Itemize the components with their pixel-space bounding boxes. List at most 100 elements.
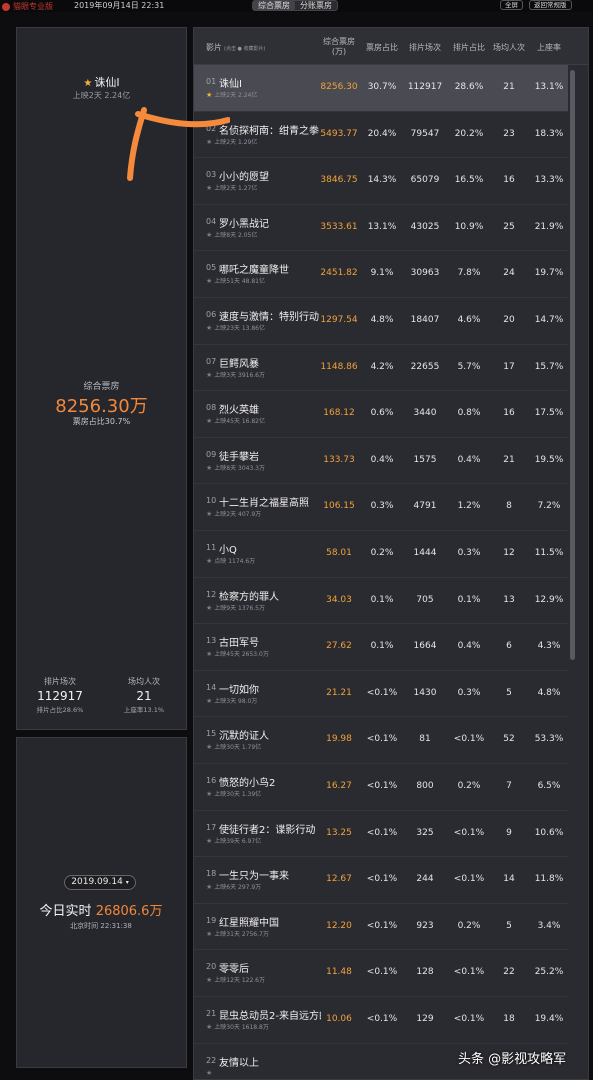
col-box-office[interactable]: 综合票房(万) <box>318 37 360 57</box>
row-box-office-share: <0.1% <box>366 781 398 791</box>
row-film-name: 巨鳄风暴 <box>219 358 259 370</box>
favorite-star-icon[interactable]: ★ <box>206 976 212 984</box>
col-sessions[interactable]: 排片场次 <box>402 42 448 53</box>
table-row[interactable]: 02 名侦探柯南：绀青之拳 ★ 上映2天 1.29亿 5493.77 20.4% 79547… <box>194 112 568 159</box>
favorite-star-icon[interactable]: ★ <box>206 883 212 891</box>
row-release-text: 点映 1174.6万 <box>214 558 256 565</box>
row-rank: 12 <box>206 589 217 599</box>
table-row[interactable]: 16 愤怒的小鸟2 ★ 上映30天 1.39亿 16.27 <0.1% 800 0.2% 7 6.… <box>194 764 568 811</box>
row-film-name: 一切如你 <box>219 684 259 696</box>
table-row[interactable]: 19 红星照耀中国 ★ 上映31天 2756.7万 12.20 <0.1% 923 0.2% 5… <box>194 904 568 951</box>
table-row[interactable]: 09 徒手攀岩 ★ 上映8天 3043.3万 133.73 0.4% 1575 0.4% 21 1… <box>194 438 568 485</box>
favorite-star-icon[interactable]: ★ <box>206 324 212 332</box>
row-session-share: <0.1% <box>453 1014 485 1024</box>
table-row[interactable]: 20 零零后 ★ 上映12天 122.6万 11.48 <0.1% 128 <0.1% 22 25… <box>194 950 568 997</box>
table-scrollbar[interactable] <box>570 70 575 660</box>
favorite-star-icon[interactable]: ★ <box>206 1069 212 1077</box>
table-row[interactable]: 08 烈火英雄 ★ 上映45天 16.82亿 168.12 0.6% 3440 0.8% 16 1… <box>194 391 568 438</box>
row-box-office-share: 0.1% <box>370 641 394 652</box>
table-row[interactable]: 10 十二生肖之福星高照 ★ 上映2天 407.9万 106.15 0.3% 4791 1.2… <box>194 484 568 531</box>
brand-logo: 猫眼专业版 <box>2 1 53 12</box>
row-session-share: 10.9% <box>454 221 484 232</box>
col-box-office-share[interactable]: 票房占比 <box>362 42 402 53</box>
table-row[interactable]: 06 速度与激情：特别行动 ★ 上映23天 13.86亿 1297.54 4.8% 1840… <box>194 298 568 345</box>
row-release-text: 上映31天 2756.7万 <box>214 930 269 938</box>
table-row[interactable]: 07 巨鳄风暴 ★ 上映3天 3916.6万 1148.86 4.2% 22655 5.7% 1… <box>194 345 568 392</box>
row-release-info: ★ 上映2天 407.9万 <box>206 509 261 518</box>
row-occupancy: 4.8% <box>537 687 561 698</box>
row-film-name: 哪吒之魔童降世 <box>219 265 289 277</box>
row-rank: 11 <box>206 543 217 552</box>
table-row[interactable]: 05 哪吒之魔童降世 ★ 上映51天 48.81亿 2451.82 9.1% 30963 7.… <box>194 251 568 298</box>
favorite-star-icon[interactable]: ★ <box>206 837 212 845</box>
row-release-text: 上映2天 407.9万 <box>214 511 262 519</box>
col-film-label: 影片 <box>206 43 222 52</box>
row-box-office-share: 20.4% <box>367 128 397 139</box>
annotation-arrow <box>127 107 230 181</box>
fullscreen-button[interactable]: 全屏 <box>500 0 523 10</box>
col-avg-people[interactable]: 场均人次 <box>490 42 528 53</box>
table-row[interactable]: 04 罗小黑战记 ★ 上映8天 2.05亿 3533.61 13.1% 43025 10.9%… <box>194 205 568 252</box>
table-row[interactable]: 13 古田军号 ★ 上映45天 2653.0万 27.62 0.1% 1664 0.4% 6 4.… <box>194 624 568 671</box>
row-film-name: 烈火英雄 <box>219 405 259 417</box>
row-session-share: <0.1% <box>453 874 485 885</box>
favorite-star-icon[interactable]: ★ <box>206 510 212 518</box>
table-row[interactable]: 18 一生只为一事来 ★ 上映6天 297.9万 12.67 <0.1% 244 <0.1% 1… <box>194 857 568 904</box>
favorite-star-icon[interactable]: ★ <box>206 930 212 938</box>
favorite-star-icon[interactable]: ★ <box>206 650 212 658</box>
date-selector[interactable]: 2019.09.14 ▾ <box>64 875 136 890</box>
table-row[interactable]: 03 小小的愿望 ★ 上映2天 1.27亿 3846.75 14.3% 65079 16.5%… <box>194 158 568 205</box>
row-box-office-share: 0.1% <box>370 594 394 605</box>
row-sessions: 30963 <box>410 268 440 279</box>
row-box-office-share: 30.7% <box>367 82 397 92</box>
return-normal-button[interactable]: 返回常规版 <box>529 0 572 10</box>
row-film-name: 古田军号 <box>219 638 259 650</box>
row-occupancy: 21.9% <box>534 221 564 232</box>
col-occupancy[interactable]: 上座率 <box>528 42 570 53</box>
row-film-name: 诛仙Ⅰ <box>219 79 242 90</box>
col-session-share[interactable]: 排片占比 <box>448 42 490 53</box>
row-session-share: 0.3% <box>457 687 481 698</box>
table-row[interactable]: 14 一切如你 ★ 上映3天 98.0万 21.21 <0.1% 1430 0.3% 5 4.8% <box>194 671 568 718</box>
table-row[interactable]: 12 检察方的罪人 ★ 上映9天 1376.5万 34.03 0.1% 705 0.1% 13 1… <box>194 578 568 625</box>
row-occupancy: 11.5% <box>534 548 564 558</box>
box-office-label: 综合票房 <box>83 382 120 392</box>
favorite-star-icon[interactable]: ★ <box>206 790 212 798</box>
row-box-office: 21.21 <box>326 687 352 698</box>
tab-split-box-office[interactable]: 分账票房 <box>295 1 337 10</box>
row-avg-people: 16 <box>503 408 515 419</box>
row-sessions: 43025 <box>410 221 440 232</box>
table-row[interactable]: 21昆虫总动员2-来自远方的后援军★上映30天 1618.8万10.06<0.1… <box>194 997 568 1044</box>
row-release-info: ★ 上映12天 122.6万 <box>206 975 265 984</box>
favorite-star-icon[interactable]: ★ <box>206 231 212 239</box>
header-date: 2019年09月14日 22:31 <box>74 1 165 10</box>
table-row[interactable]: 15 沉默的证人 ★ 上映30天 1.79亿 19.98 <0.1% 81 <0.1% 52 53… <box>194 717 568 764</box>
row-film-name: 检察方的罪人 <box>219 591 279 603</box>
col-film: 影片 (点击 ● 收藏影片) <box>206 42 265 53</box>
row-avg-people: 5 <box>506 920 512 931</box>
table-row[interactable]: 01 诛仙Ⅰ ★ 上映2天 2.24亿 8256.30 30.7% 112917 28.6% 2… <box>194 65 568 112</box>
row-rank: 08 <box>206 403 217 413</box>
row-box-office-share: <0.1% <box>366 687 398 698</box>
tab-combined-box-office[interactable]: 综合票房 <box>253 1 295 10</box>
favorite-star-icon[interactable]: ★ <box>206 743 212 751</box>
favorite-star-icon[interactable]: ★ <box>206 277 212 285</box>
row-sessions: 1430 <box>413 687 437 698</box>
row-occupancy: 19.5% <box>534 454 564 465</box>
favorite-star-icon[interactable]: ★ <box>206 697 212 705</box>
favorite-star-icon[interactable]: ★ <box>206 417 212 425</box>
favorite-star-icon[interactable]: ★ <box>206 557 212 565</box>
row-film-name: 罗小黑战记 <box>219 218 269 230</box>
table-row[interactable]: 11 小Q ★ 点映 1174.6万 58.01 0.2% 1444 0.3% 12 11.5% <box>194 531 568 578</box>
row-release-info: ★ 上映45天 2653.0万 <box>206 649 269 658</box>
row-avg-people: 5 <box>506 687 512 698</box>
row-release-text: 上映12天 122.6万 <box>214 977 266 985</box>
favorite-star-icon[interactable]: ★ <box>206 1023 212 1031</box>
row-rank: 09 <box>206 449 217 459</box>
box-office-value: 8256.30万 <box>55 396 148 417</box>
table-row[interactable]: 17 使徒行者2：谍影行动 ★ 上映39天 6.97亿 13.25 <0.1% 325 <0.… <box>194 811 568 858</box>
favorite-star-icon[interactable]: ★ <box>206 604 212 612</box>
row-rank: 14 <box>206 682 217 692</box>
favorite-star-icon[interactable]: ★ <box>206 371 212 379</box>
favorite-star-icon[interactable]: ★ <box>206 464 212 472</box>
